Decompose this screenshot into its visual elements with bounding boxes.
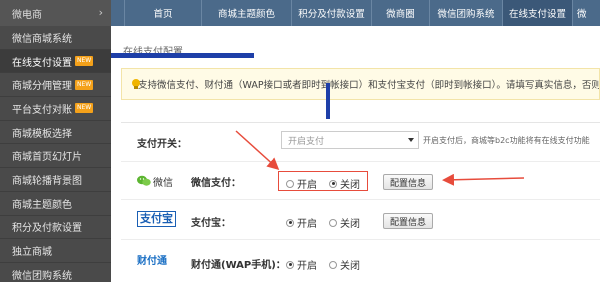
tenpay-label: 财付通(WAP手机)： [191,260,286,271]
sidebar-item-template[interactable]: 商城模板选择 [0,121,111,145]
radio-label: 关闭 [340,219,360,230]
alipay-logo-text: 支付宝 [137,211,176,227]
sidebar-item-label: 积分及付款设置 [12,223,82,235]
sidebar-item-label: 微信团购系统 [12,270,72,282]
notice-banner: 支持微信支付、财付通（WAP接口或者即时到帐接口）和支付宝支付（即时到帐接口）。… [121,68,600,100]
sidebar-item-label: 商城分佣管理 [12,81,72,93]
nav-spacer [111,0,125,26]
wechat-pay-off-option[interactable]: 关闭 [329,176,360,191]
tab-theme-color[interactable]: 商城主题颜色 [202,0,292,26]
radio-label: 开启 [297,261,317,272]
payment-switch-row: 支付开关： 开启支付 开启支付后，商城等b2c功能将有在线支付功能 [121,123,600,161]
sidebar-item-points[interactable]: 积分及付款设置 [0,216,111,240]
sidebar-item-group-buy[interactable]: 微信团购系统 [0,263,111,282]
radio-on[interactable] [286,179,294,188]
tenpay-off-option[interactable]: 关闭 [329,257,360,272]
sidebar-item-wechat-mall[interactable]: 微信商城系统 [0,26,111,50]
sidebar-item-label: 微信商城系统 [12,33,72,45]
tenpay-row: 财付通 财付通(WAP手机)： 开启 关闭 [121,239,600,279]
alipay-off-option[interactable]: 关闭 [329,215,360,230]
sidebar-header[interactable]: 微电商 › [0,0,111,26]
wechat-pay-label: 微信支付： [191,178,241,189]
tenpay-on-option[interactable]: 开启 [286,257,317,272]
wechat-logo: 微信 [137,171,177,191]
sidebar-item-carousel-bg[interactable]: 商城轮播背景图 [0,168,111,192]
payment-panel: 支付开关： 开启支付 开启支付后，商城等b2c功能将有在线支付功能 微信 微信支… [121,122,600,282]
sidebar-item-label: 商城首页幻灯片 [12,152,82,164]
payment-switch-hint: 开启支付后，商城等b2c功能将有在线支付功能 [423,136,590,145]
radio-on[interactable] [286,260,294,269]
select-value: 开启支付 [288,136,325,147]
wechat-pay-radio-group: 开启 关闭 [286,176,372,191]
alipay-on-option[interactable]: 开启 [286,215,317,230]
alipay-config-button[interactable]: 配置信息 [383,213,434,229]
sidebar-item-commission[interactable]: 商城分佣管理 NEW [0,73,111,98]
sidebar-item-label: 在线支付设置 [12,57,72,69]
alipay-radio-group: 开启 关闭 [286,215,372,230]
radio-off[interactable] [329,179,337,188]
sidebar-item-label: 独立商城 [12,247,52,259]
tenpay-radio-group: 开启 关闭 [286,257,372,272]
alipay-row: 支付宝 支付宝： 开启 关闭 配置信息 [121,199,600,239]
payment-switch-label: 支付开关： [137,139,187,150]
annotation-line [111,53,254,58]
tab-online-payment[interactable]: 在线支付设置 [503,0,573,26]
radio-off[interactable] [329,260,337,269]
tab-micro-circle[interactable]: 微商圈 [372,0,430,26]
tab-home[interactable]: 首页 [125,0,202,26]
sidebar-item-label: 商城模板选择 [12,128,72,140]
notice-text: 支持微信支付、财付通（WAP接口或者即时到帐接口）和支付宝支付（即时到帐接口）。… [138,80,600,91]
radio-off[interactable] [329,218,337,227]
new-badge: NEW [75,103,94,114]
tab-group-buy[interactable]: 微信团购系统 [430,0,503,26]
wechat-pay-row: 微信 微信支付： 开启 关闭 配置信息 [121,161,600,199]
main-content: 在线支付配置 支持微信支付、财付通（WAP接口或者即时到帐接口）和支付宝支付（即… [111,26,600,282]
radio-on[interactable] [286,218,294,227]
radio-label: 开启 [297,219,317,230]
annotation-line [326,83,330,119]
wechat-icon [137,175,151,186]
wechat-pay-on-option[interactable]: 开启 [286,176,317,191]
radio-label: 关闭 [340,180,360,191]
caret-down-icon [408,138,414,142]
tenpay-logo-text: 财付通 [137,255,167,267]
wechat-logo-text: 微信 [153,177,173,189]
sidebar-item-slideshow[interactable]: 商城首页幻灯片 [0,144,111,169]
alipay-logo: 支付宝 [137,209,177,229]
sidebar-item-label: 平台支付对账 [12,104,72,116]
sidebar-item-online-payment[interactable]: 在线支付设置 NEW [0,49,111,74]
sidebar-header-label: 微电商 [12,9,42,21]
sidebar-item-standalone-mall[interactable]: 独立商城 [0,239,111,263]
tenpay-logo: 财付通 [137,249,177,269]
top-nav: 首页 商城主题颜色 积分及付款设置 微商圈 微信团购系统 在线支付设置 微 [111,0,600,26]
new-badge: NEW [75,79,94,90]
radio-label: 关闭 [340,261,360,272]
radio-label: 开启 [297,180,317,191]
alipay-label: 支付宝： [191,218,231,229]
sidebar-item-label: 商城主题颜色 [12,199,72,211]
sidebar-item-label: 商城轮播背景图 [12,175,82,187]
sidebar-item-theme-color[interactable]: 商城主题颜色 [0,192,111,216]
sidebar: 微电商 › 微信商城系统 在线支付设置 NEW 商城分佣管理 NEW 平台支付对… [0,0,111,282]
new-badge: NEW [75,56,94,67]
chevron-right-icon: › [98,6,103,19]
wechat-config-button[interactable]: 配置信息 [383,174,434,190]
tab-points[interactable]: 积分及付款设置 [292,0,372,26]
payment-switch-select[interactable]: 开启支付 [281,131,419,149]
tab-more[interactable]: 微 [573,0,600,26]
sidebar-item-reconciliation[interactable]: 平台支付对账 NEW [0,97,111,121]
